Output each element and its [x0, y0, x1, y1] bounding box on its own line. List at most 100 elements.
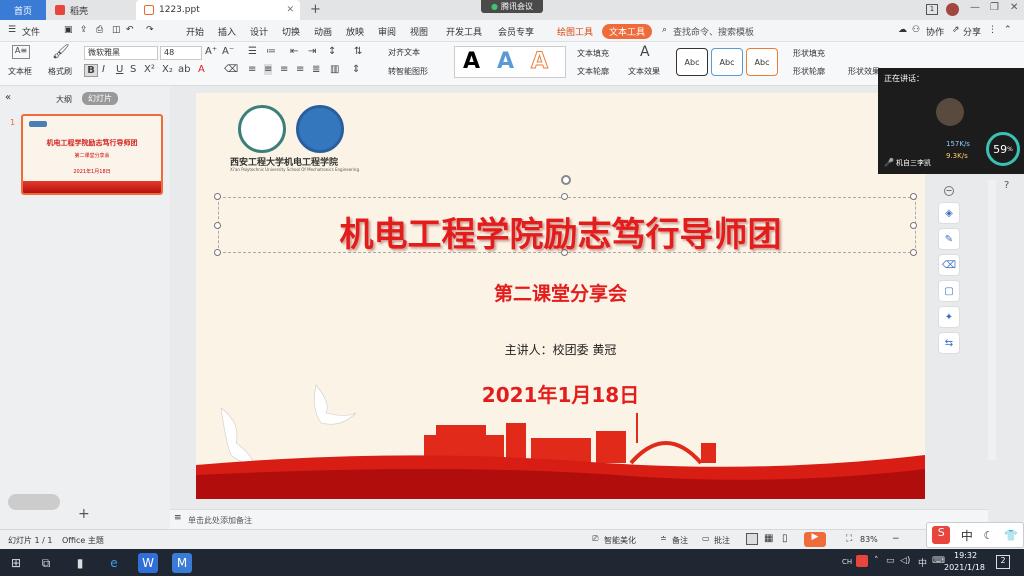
shape-effect-button[interactable]: 形状效果	[848, 66, 880, 77]
menu-insert[interactable]: 插入	[218, 25, 236, 38]
network-icon[interactable]: ▭	[886, 556, 895, 566]
moon-icon[interactable]: ☾	[984, 529, 994, 542]
shape-fill-button[interactable]: 形状填充	[793, 48, 825, 59]
menu-text-tool[interactable]: 文本工具	[602, 24, 653, 39]
tab-ppt-file[interactable]: 1223.ppt ✕	[136, 0, 300, 20]
shape-style-1[interactable]: Abc	[676, 48, 708, 76]
distribute-icon[interactable]: ≣	[312, 64, 320, 75]
more-icon[interactable]: ⋮	[988, 25, 997, 35]
lightbulb-icon[interactable]: ✦	[938, 306, 960, 328]
print-icon[interactable]: ⎙	[96, 25, 103, 35]
text-fill-button[interactable]: 文本填充	[577, 48, 609, 59]
collapse-ribbon-icon[interactable]: ⌃	[1004, 25, 1012, 35]
resize-handle[interactable]	[561, 193, 568, 200]
menu-review[interactable]: 审阅	[378, 25, 396, 38]
panel-tools[interactable]	[8, 494, 60, 510]
zoom-out-icon[interactable]: −	[944, 186, 954, 196]
menu-slideshow[interactable]: 放映	[346, 25, 364, 38]
cloud-icon[interactable]: ☁	[898, 25, 907, 35]
shrink-font-icon[interactable]: A⁻	[222, 46, 234, 57]
normal-view-icon[interactable]	[746, 533, 758, 545]
tencent-meeting-icon[interactable]: M	[172, 553, 192, 573]
style-black-a[interactable]: A	[463, 49, 480, 74]
style-outline-a[interactable]: A	[530, 49, 548, 75]
menu-transition[interactable]: 切换	[282, 25, 300, 38]
add-slide-button[interactable]: +	[78, 506, 90, 522]
text-outline-button[interactable]: 文本轮廓	[577, 66, 609, 77]
help-icon[interactable]: ?	[1004, 180, 1009, 191]
notes-toggle[interactable]: 备注	[672, 535, 688, 546]
bullet-list-icon[interactable]: ☰	[248, 46, 257, 57]
shape-style-2[interactable]: Abc	[711, 48, 743, 76]
font-select[interactable]: 微软雅黑	[84, 46, 158, 60]
style-blue-a[interactable]: A	[497, 49, 514, 74]
clock-time[interactable]: 19:32	[954, 551, 977, 560]
eraser-icon[interactable]: ⌫	[938, 254, 960, 276]
subscript-icon[interactable]: X₂	[162, 64, 173, 75]
save-icon[interactable]: ▣	[64, 25, 73, 35]
align-text-button[interactable]: 对齐文本	[388, 47, 420, 58]
superscript-icon[interactable]: X²	[144, 64, 155, 75]
beautify-button[interactable]: 智能美化	[604, 535, 636, 546]
undo-icon[interactable]: ↶	[126, 25, 134, 35]
slide-subtitle[interactable]: 第二课堂分享会	[196, 279, 925, 306]
align-center-icon[interactable]: ≡	[264, 64, 273, 75]
text-style-gallery[interactable]: A A A	[454, 46, 566, 78]
align-left-icon[interactable]: ≡	[248, 64, 256, 75]
menu-start[interactable]: 开始	[186, 25, 204, 38]
zoom-level[interactable]: 83%	[860, 535, 878, 544]
window-count-icon[interactable]: 1	[926, 4, 938, 15]
notes-placeholder[interactable]: 单击此处添加备注	[188, 515, 252, 526]
lang-indicator[interactable]: CH	[842, 558, 852, 566]
bold-icon[interactable]: B	[84, 64, 98, 77]
menu-view[interactable]: 视图	[410, 25, 428, 38]
command-search[interactable]: 查找命令、搜索模板	[673, 25, 754, 38]
usb-icon[interactable]: ▮	[70, 553, 90, 573]
shirt-icon[interactable]: 👕	[1004, 529, 1018, 542]
tab-docer[interactable]: 稻壳	[47, 0, 133, 20]
volume-icon[interactable]: ◁)	[900, 556, 910, 566]
hamburger-icon[interactable]: ☰	[8, 25, 16, 35]
format-painter-button[interactable]: 格式刷	[48, 66, 72, 77]
menu-file[interactable]: 文件	[22, 25, 40, 38]
numbered-list-icon[interactable]: ≔	[266, 46, 276, 57]
text-effect-icon[interactable]: A	[640, 44, 650, 60]
slide-thumbnail[interactable]: 机电工程学院励志笃行导师团 第二课堂分享会 2021年1月18日	[21, 114, 163, 195]
justify-icon[interactable]: ≡	[296, 64, 304, 75]
collab-button[interactable]: 协作	[926, 25, 944, 38]
fit-icon[interactable]: ⛶	[846, 534, 852, 544]
columns-icon[interactable]: ▥	[330, 64, 339, 75]
underline-icon[interactable]: U	[116, 64, 123, 75]
menu-animation[interactable]: 动画	[314, 25, 332, 38]
close-window-icon[interactable]: ✕	[1010, 2, 1018, 13]
collapse-panel-icon[interactable]: «	[5, 92, 11, 103]
frame-icon[interactable]: ▢	[938, 280, 960, 302]
tab-home[interactable]: 首页	[0, 0, 46, 20]
meeting-banner[interactable]: ● 腾讯会议	[481, 0, 543, 13]
sogou-tray-icon[interactable]	[856, 555, 868, 567]
menu-member[interactable]: 会员专享	[498, 25, 534, 38]
sorter-view-icon[interactable]: ▦	[764, 533, 773, 544]
smart-shape-button[interactable]: 转智能图形	[388, 66, 428, 77]
export-icon[interactable]: ⇪	[80, 25, 88, 35]
vertical-scrollbar[interactable]	[988, 180, 996, 460]
spacing-icon[interactable]: ⇕	[352, 64, 360, 75]
clear-format-icon[interactable]: ⌫	[224, 64, 238, 75]
menu-design[interactable]: 设计	[250, 25, 268, 38]
direction-icon[interactable]: ⇅	[354, 46, 362, 57]
indent-decrease-icon[interactable]: ⇤	[290, 46, 298, 57]
redo-icon[interactable]: ↷	[146, 25, 154, 35]
zoom-out-button[interactable]: −	[892, 534, 900, 544]
avatar[interactable]	[946, 3, 959, 16]
textbox-button[interactable]: 文本框	[8, 66, 32, 77]
ime-language[interactable]: 中	[961, 527, 973, 544]
new-tab-button[interactable]: +	[310, 2, 321, 17]
format-painter-icon[interactable]: 🖌	[52, 44, 70, 60]
strikethrough-icon[interactable]: S	[130, 64, 136, 75]
outline-tab[interactable]: 大纲	[56, 94, 72, 105]
rotate-handle[interactable]	[561, 175, 571, 185]
translate-icon[interactable]: ⇆	[938, 332, 960, 354]
comments-toggle[interactable]: 批注	[714, 535, 730, 546]
pen-icon[interactable]: ✎	[938, 228, 960, 250]
text-effect-button[interactable]: 文本效果	[628, 66, 660, 77]
